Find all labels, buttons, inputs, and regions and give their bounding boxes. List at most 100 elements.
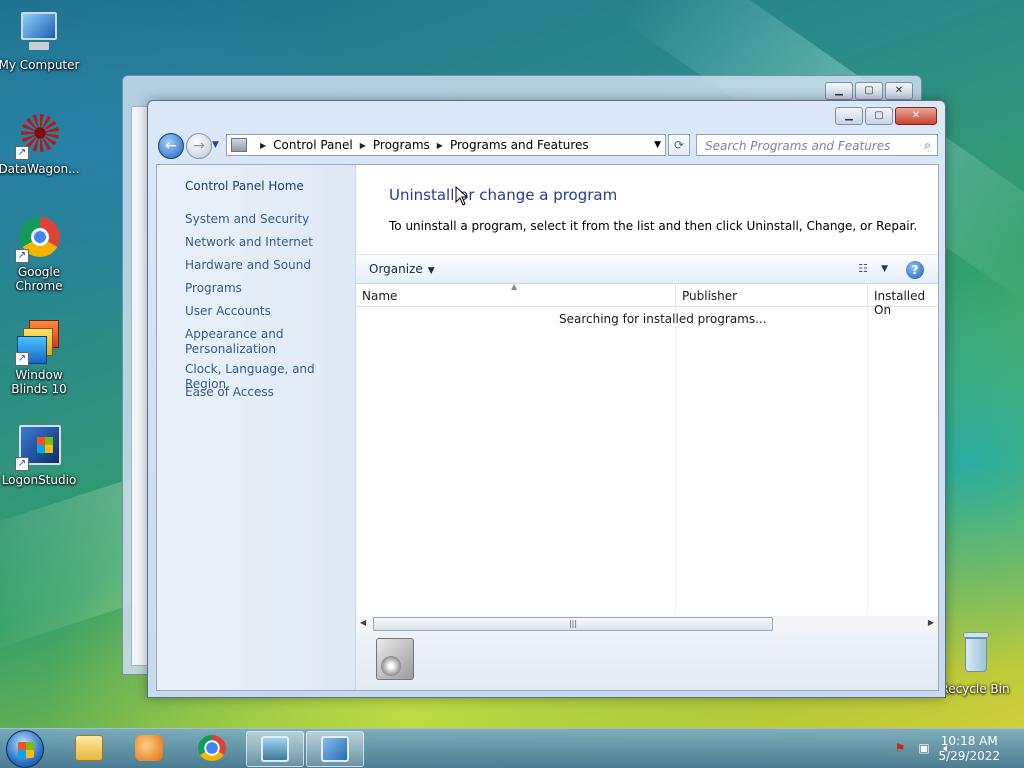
- taskbar-item-control-panel[interactable]: [306, 731, 364, 767]
- shortcut-arrow-icon: ↗: [15, 146, 29, 160]
- chrome-icon: ↗: [15, 215, 63, 263]
- background-window-controls: ▁ ▢ ✕: [825, 82, 913, 100]
- logonstudio-icon: ↗: [15, 423, 63, 471]
- maximize-button[interactable]: ▢: [865, 107, 893, 125]
- column-divider: [675, 307, 676, 614]
- breadcrumb-programs[interactable]: Programs: [373, 138, 430, 152]
- programs-and-features-window[interactable]: ▁ ▢ ✕ ← → ▼ ▶ Control Panel ▶ Programs ▶…: [147, 100, 946, 698]
- clock[interactable]: 10:18 AM 5/29/2022: [938, 734, 1000, 764]
- control-panel-icon: [321, 736, 349, 762]
- help-icon[interactable]: ?: [906, 261, 924, 279]
- nav-link-ease-of-access[interactable]: Ease of Access: [185, 385, 350, 400]
- shortcut-arrow-icon: ↗: [15, 457, 29, 471]
- scroll-right-icon[interactable]: ▶: [928, 618, 934, 627]
- horizontal-scrollbar[interactable]: ◀ ||| ▶: [356, 616, 938, 632]
- column-publisher-label: Publisher: [682, 289, 738, 303]
- chevron-right-icon[interactable]: ▶: [260, 141, 266, 150]
- page-title: Uninstall or change a program: [389, 186, 618, 204]
- recycle-bin-icon: [951, 632, 999, 680]
- column-header-installed-on[interactable]: Installed On: [868, 285, 940, 317]
- desktop-icon-my-computer[interactable]: My Computer: [0, 8, 81, 72]
- maximize-button[interactable]: ▢: [855, 82, 883, 100]
- window-content: Control Panel Home System and Security N…: [156, 164, 939, 691]
- navigation-pane: Control Panel Home System and Security N…: [157, 165, 356, 690]
- column-header-publisher[interactable]: Publisher: [676, 285, 868, 307]
- refresh-button[interactable]: ⟳: [668, 134, 690, 156]
- programs-installer-icon: [376, 638, 414, 680]
- column-header-row: Name ▲ Publisher Installed On: [356, 282, 940, 317]
- chevron-right-icon[interactable]: ▶: [437, 141, 443, 150]
- desktop-icon-label: My Computer: [0, 58, 80, 72]
- nav-link-system-and-security[interactable]: System and Security: [185, 212, 350, 227]
- view-options-icon[interactable]: ☷: [858, 262, 868, 275]
- close-button[interactable]: ✕: [895, 107, 937, 125]
- clock-time: 10:18 AM: [940, 734, 998, 748]
- clock-date: 5/29/2022: [938, 749, 1000, 763]
- photo-viewer-icon: [261, 736, 289, 762]
- desktop-icon-google-chrome[interactable]: ↗ Google Chrome: [0, 215, 81, 293]
- nav-link-user-accounts[interactable]: User Accounts: [185, 304, 350, 319]
- breadcrumb-control-panel[interactable]: Control Panel: [273, 138, 353, 152]
- organize-label: Organize: [369, 262, 423, 276]
- refresh-icon: ⟳: [673, 138, 685, 152]
- scrollbar-thumb[interactable]: |||: [373, 617, 773, 631]
- desktop-icon-datawagon[interactable]: ↗ DataWagon...: [0, 112, 81, 176]
- desktop-icon-label: LogonStudio: [1, 473, 77, 487]
- taskbar-item-chrome[interactable]: [183, 731, 241, 767]
- computer-icon: [15, 8, 63, 56]
- minimize-button[interactable]: ▁: [835, 107, 863, 125]
- address-bar[interactable]: ▶ Control Panel ▶ Programs ▶ Programs an…: [226, 134, 666, 156]
- desktop-icon-label: Google Chrome: [15, 265, 63, 293]
- scroll-left-icon[interactable]: ◀: [360, 618, 366, 627]
- desktop-icon-label: Window Blinds 10: [11, 368, 67, 396]
- datawagon-icon: ↗: [15, 112, 63, 160]
- windows-logo-icon: [18, 742, 34, 758]
- details-pane: [356, 632, 938, 690]
- desktop-icon-window-blinds[interactable]: ↗ Window Blinds 10: [0, 318, 81, 396]
- status-text: Searching for installed programs...: [559, 312, 767, 326]
- chevron-down-icon: ▼: [427, 266, 435, 276]
- action-center-flag-icon[interactable]: ⚑: [892, 741, 908, 757]
- chevron-right-icon[interactable]: ▶: [360, 141, 366, 150]
- window-controls: ▁ ▢ ✕: [835, 107, 937, 125]
- programs-pane: Uninstall or change a program To uninsta…: [356, 165, 938, 690]
- desktop-icon-label: DataWagon...: [0, 162, 80, 176]
- start-button[interactable]: [6, 730, 44, 768]
- breadcrumb-programs-and-features[interactable]: Programs and Features: [450, 138, 589, 152]
- address-dropdown-icon[interactable]: ▼: [654, 140, 661, 150]
- control-panel-home-link[interactable]: Control Panel Home: [185, 179, 304, 193]
- recent-pages-dropdown[interactable]: ▼: [212, 140, 219, 150]
- close-button[interactable]: ✕: [885, 82, 913, 100]
- column-divider: [867, 307, 868, 614]
- sort-ascending-icon: ▲: [511, 282, 518, 291]
- search-icon[interactable]: ⌕: [924, 138, 931, 153]
- taskbar-item-explorer[interactable]: [60, 731, 118, 767]
- page-description: To uninstall a program, select it from t…: [389, 219, 918, 233]
- taskbar: ⚑ ▣ 🔈︎ 10:18 AM 5/29/2022: [0, 728, 1024, 768]
- taskbar-item-media-player[interactable]: [120, 731, 178, 767]
- nav-link-appearance-and-personalization[interactable]: Appearance and Personalization: [185, 327, 295, 357]
- column-header-name[interactable]: Name ▲: [356, 282, 676, 307]
- back-arrow-icon: ←: [165, 138, 177, 154]
- forward-button[interactable]: →: [186, 133, 212, 159]
- nav-link-programs[interactable]: Programs: [185, 281, 350, 296]
- minimize-button[interactable]: ▁: [825, 82, 853, 100]
- search-input[interactable]: Search Programs and Features ⌕: [696, 134, 938, 156]
- view-dropdown-icon[interactable]: ▼: [881, 264, 888, 274]
- column-installed-on-label: Installed On: [874, 289, 926, 317]
- back-button[interactable]: ←: [158, 133, 184, 159]
- chrome-icon: [198, 735, 226, 761]
- system-tray: ⚑ ▣ 🔈︎ 10:18 AM 5/29/2022: [874, 729, 1024, 768]
- navigation-bar: ← → ▼ ▶ Control Panel ▶ Programs ▶ Progr…: [156, 131, 938, 159]
- nav-link-hardware-and-sound[interactable]: Hardware and Sound: [185, 258, 350, 273]
- nav-link-network-and-internet[interactable]: Network and Internet: [185, 235, 350, 250]
- desktop-icon-logonstudio[interactable]: ↗ LogonStudio: [0, 423, 81, 487]
- organize-button[interactable]: Organize ▼: [369, 262, 435, 276]
- search-placeholder: Search Programs and Features: [705, 139, 891, 153]
- taskbar-item-photo-viewer[interactable]: [246, 731, 304, 767]
- windowblinds-icon: ↗: [15, 318, 63, 366]
- control-panel-icon: [231, 138, 247, 152]
- shortcut-arrow-icon: ↗: [15, 249, 29, 263]
- network-icon[interactable]: ▣: [916, 741, 932, 757]
- media-player-icon: [135, 735, 163, 761]
